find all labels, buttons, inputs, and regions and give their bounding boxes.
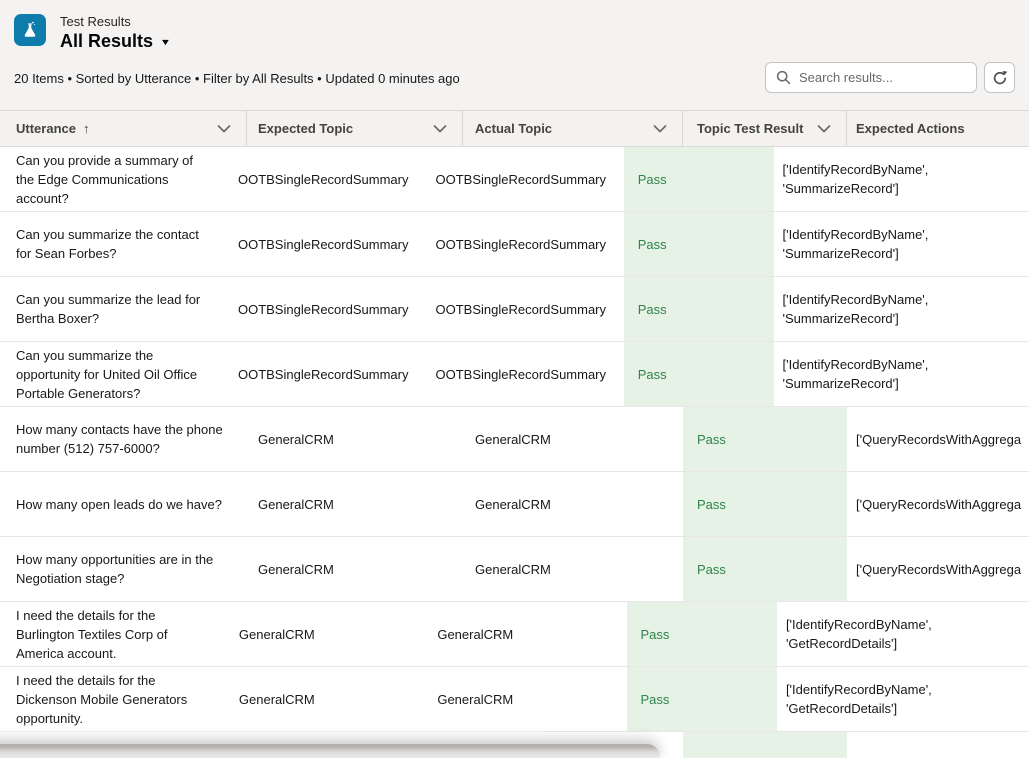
cell-topic-test-result: Pass	[683, 537, 847, 601]
cell-utterance: How many opportunities are in the Negoti…	[0, 537, 247, 601]
column-menu-chevron-icon[interactable]	[817, 125, 831, 133]
cell-expected-topic: GeneralCRM	[228, 667, 425, 731]
cell-actual-topic: OOTBSingleRecordSummary	[424, 212, 624, 276]
column-header-topic-test-result[interactable]: Topic Test Result	[683, 111, 847, 146]
search-icon	[776, 70, 791, 85]
cell-actual-topic: GeneralCRM	[425, 602, 626, 666]
cell-expected-topic: OOTBSingleRecordSummary	[227, 342, 424, 406]
pass-badge: Pass	[697, 560, 726, 579]
refresh-button[interactable]	[984, 62, 1015, 93]
page-header: Test Results All Results ▼ 20 Items • So…	[0, 0, 1029, 110]
results-table: Utterance ↑ Expected Topic Actual Topic	[0, 110, 1029, 758]
column-menu-chevron-icon[interactable]	[217, 125, 231, 133]
cell-expected-actions: ['IdentifyRecordByName', 'SummarizeRecor…	[774, 212, 1029, 276]
cell-topic-test-result: Pass	[624, 147, 774, 211]
cell-topic-test-result: Pass	[683, 472, 847, 536]
column-header-expected-topic[interactable]: Expected Topic	[247, 111, 463, 146]
table-row: Can you summarize the lead for Bertha Bo…	[0, 277, 1029, 342]
table-row: How many opportunities are in the Negoti…	[0, 537, 1029, 602]
chevron-down-icon: ▼	[160, 37, 172, 47]
column-header-actual-topic[interactable]: Actual Topic	[463, 111, 683, 146]
cell-actual-topic: GeneralCRM	[463, 537, 683, 601]
table-header-row: Utterance ↑ Expected Topic Actual Topic	[0, 110, 1029, 147]
list-status-text: 20 Items • Sorted by Utterance • Filter …	[14, 71, 460, 86]
table-row: Can you provide a summary of the Edge Co…	[0, 147, 1029, 212]
table-row: How many contacts have the phone number …	[0, 407, 1029, 472]
search-input[interactable]	[799, 70, 966, 85]
cell-actual-topic: OOTBSingleRecordSummary	[424, 147, 624, 211]
cell-expected-topic: OOTBSingleRecordSummary	[227, 147, 424, 211]
object-label: Test Results	[60, 14, 170, 30]
column-menu-chevron-icon[interactable]	[433, 125, 447, 133]
cell-expected-topic: GeneralCRM	[228, 602, 425, 666]
test-results-page: Test Results All Results ▼ 20 Items • So…	[0, 0, 1029, 758]
cell-utterance: Can you summarize the lead for Bertha Bo…	[0, 277, 227, 341]
cell-utterance: I need the details for the Burlington Te…	[0, 602, 228, 666]
cell-expected-actions: ['QueryRecordsWithAggrega	[847, 407, 1029, 471]
cell-utterance: How many contacts have the phone number …	[0, 407, 247, 471]
cell-topic-test-result	[683, 732, 847, 758]
cell-actual-topic: GeneralCRM	[463, 472, 683, 536]
pass-badge: Pass	[638, 300, 667, 319]
cell-topic-test-result: Pass	[627, 667, 777, 731]
cell-expected-topic: GeneralCRM	[247, 472, 463, 536]
cell-expected-actions: ['IdentifyRecordByName', 'SummarizeRecor…	[774, 277, 1029, 341]
cell-topic-test-result: Pass	[624, 342, 774, 406]
column-header-expected-actions[interactable]: Expected Actions	[847, 111, 1029, 146]
pass-badge: Pass	[641, 690, 670, 709]
search-box	[765, 62, 977, 93]
table-row: How many open leads do we have? GeneralC…	[0, 472, 1029, 537]
column-label: Topic Test Result	[697, 121, 803, 136]
table-body: Can you provide a summary of the Edge Co…	[0, 147, 1029, 758]
cell-expected-actions: ['QueryRecordsWithAggrega	[847, 537, 1029, 601]
cell-topic-test-result: Pass	[683, 407, 847, 471]
cell-expected-actions: ['IdentifyRecordByName', 'GetRecordDetai…	[777, 667, 1029, 731]
pass-badge: Pass	[638, 365, 667, 384]
cell-utterance: How many open leads do we have?	[0, 472, 247, 536]
flask-icon	[14, 14, 46, 46]
pass-badge: Pass	[638, 235, 667, 254]
list-view-selector[interactable]: All Results ▼	[60, 31, 170, 52]
cell-utterance: I need the details for the Dickenson Mob…	[0, 667, 228, 731]
docked-panel-edge[interactable]	[0, 744, 660, 758]
pass-badge: Pass	[697, 430, 726, 449]
cell-utterance: Can you summarize the contact for Sean F…	[0, 212, 227, 276]
cell-topic-test-result: Pass	[624, 277, 774, 341]
page-title: All Results	[60, 31, 153, 52]
cell-actual-topic: GeneralCRM	[425, 667, 626, 731]
cell-expected-actions: ['IdentifyRecordByName', 'SummarizeRecor…	[774, 342, 1029, 406]
cell-expected-actions: ['IdentifyRecordByName', 'SummarizeRecor…	[774, 147, 1029, 211]
table-row: Can you summarize the opportunity for Un…	[0, 342, 1029, 407]
cell-utterance: Can you summarize the opportunity for Un…	[0, 342, 227, 406]
column-label: Utterance	[16, 121, 76, 136]
cell-expected-actions: ['IdentifyRecordByName', 'GetRecordDetai…	[777, 602, 1029, 666]
cell-expected-actions: ['QueryRecordsWithAggrega	[847, 472, 1029, 536]
column-label: Expected Actions	[856, 121, 965, 136]
cell-expected-topic: OOTBSingleRecordSummary	[227, 277, 424, 341]
pass-badge: Pass	[638, 170, 667, 189]
cell-topic-test-result: Pass	[624, 212, 774, 276]
cell-expected-actions: ['IdentifyRecordByName'	[847, 732, 1029, 758]
column-menu-chevron-icon[interactable]	[653, 125, 667, 133]
column-header-utterance[interactable]: Utterance ↑	[0, 111, 247, 146]
cell-expected-topic: GeneralCRM	[247, 407, 463, 471]
list-toolbar: 20 Items • Sorted by Utterance • Filter …	[0, 62, 1029, 95]
refresh-icon	[992, 70, 1008, 86]
pass-badge: Pass	[697, 495, 726, 514]
cell-expected-topic: OOTBSingleRecordSummary	[227, 212, 424, 276]
cell-actual-topic: OOTBSingleRecordSummary	[424, 277, 624, 341]
pass-badge: Pass	[641, 625, 670, 644]
table-row: I need the details for the Burlington Te…	[0, 602, 1029, 667]
table-row: Can you summarize the contact for Sean F…	[0, 212, 1029, 277]
table-row: I need the details for the Dickenson Mob…	[0, 667, 1029, 732]
column-label: Expected Topic	[258, 121, 353, 136]
cell-actual-topic: GeneralCRM	[463, 407, 683, 471]
cell-utterance: Can you provide a summary of the Edge Co…	[0, 147, 227, 211]
sort-ascending-icon: ↑	[83, 121, 90, 136]
cell-expected-topic: GeneralCRM	[247, 537, 463, 601]
cell-actual-topic: OOTBSingleRecordSummary	[424, 342, 624, 406]
column-label: Actual Topic	[475, 121, 552, 136]
cell-topic-test-result: Pass	[627, 602, 777, 666]
